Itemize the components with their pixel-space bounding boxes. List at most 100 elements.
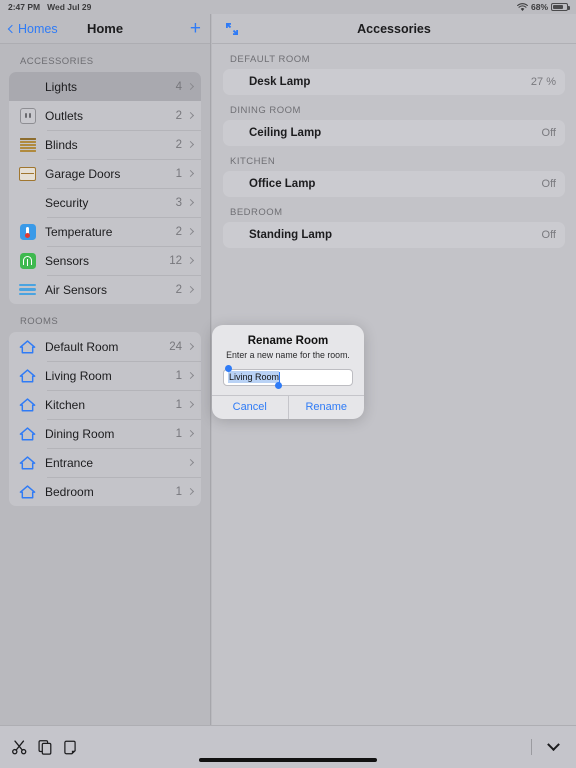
sidebar-item-label: Garage Doors [45, 166, 121, 181]
selection-handle-start[interactable] [225, 364, 232, 372]
scissors-icon[interactable] [8, 736, 30, 758]
status-date: Wed Jul 29 [47, 2, 92, 12]
status-bar: 2:47 PM Wed Jul 29 68% [0, 0, 576, 14]
detail-title: Accessories [357, 21, 431, 36]
siren-icon [18, 193, 37, 212]
copy-icon[interactable] [34, 736, 56, 758]
sidebar-item-lights[interactable]: Lights 4 [9, 72, 201, 101]
expand-arrows-icon[interactable] [224, 21, 240, 37]
sidebar-item-air-sensors[interactable]: Air Sensors 2 [9, 275, 201, 304]
chevron-down-icon[interactable] [542, 736, 564, 758]
chevron-right-icon [186, 458, 195, 467]
paste-icon[interactable] [60, 736, 82, 758]
sidebar-item-count: 1 [175, 398, 182, 411]
add-accessory-button[interactable]: + [190, 19, 201, 38]
back-to-homes-button[interactable]: Homes [7, 21, 58, 36]
air-waves-icon [18, 280, 37, 299]
chevron-right-icon [186, 227, 195, 236]
selection-handle-end[interactable] [275, 381, 282, 389]
edit-toolbar [0, 725, 576, 768]
sidebar-item-garage-doors[interactable]: Garage Doors 1 [9, 159, 201, 188]
accessory-group-header-kitchen: KITCHEN [230, 156, 276, 167]
sidebar-item-temperature[interactable]: Temperature 2 [9, 217, 201, 246]
sidebar-item-count: 12 [169, 254, 182, 267]
house-icon [18, 395, 37, 414]
accessory-row-standing-lamp[interactable]: Standing Lamp Off [223, 222, 565, 248]
accessory-name: Desk Lamp [249, 76, 311, 88]
sidebar-item-label: Entrance [45, 455, 94, 470]
chevron-right-icon [186, 371, 195, 380]
sidebar-item-label: Kitchen [45, 397, 86, 412]
chevron-right-icon [186, 487, 195, 496]
rename-room-dialog: Rename Room Enter a new name for the roo… [212, 325, 364, 419]
sidebar-item-count: 1 [175, 369, 182, 382]
rename-button[interactable]: Rename [287, 395, 365, 419]
cancel-button[interactable]: Cancel [212, 396, 288, 419]
sidebar-item-label: Sensors [45, 253, 90, 268]
accessory-row-desk-lamp[interactable]: Desk Lamp 27 % [223, 69, 565, 95]
sidebar-nav-bar: Homes Home + [0, 14, 210, 44]
accessory-name: Standing Lamp [249, 229, 333, 241]
sidebar-item-entrance[interactable]: Entrance [9, 448, 201, 477]
chevron-right-icon [186, 256, 195, 265]
chevron-left-icon [7, 24, 17, 33]
sidebar-item-count: 1 [175, 485, 182, 498]
sidebar-item-count: 24 [169, 340, 182, 353]
sidebar-item-label: Air Sensors [45, 282, 108, 297]
sidebar-item-label: Lights [45, 79, 78, 94]
detail-nav-bar: Accessories [212, 14, 576, 44]
sidebar-item-count: 4 [175, 80, 182, 93]
sidebar-item-blinds[interactable]: Blinds 2 [9, 130, 201, 159]
chevron-right-icon [186, 111, 195, 120]
toolbar-right-group [531, 736, 568, 758]
back-button-label: Homes [18, 21, 58, 36]
accessory-group-header-bedroom: BEDROOM [230, 207, 283, 218]
room-name-input-value: Living Room [228, 371, 280, 384]
sidebar-item-sensors[interactable]: Sensors 12 [9, 246, 201, 275]
sidebar-item-label: Living Room [45, 368, 112, 383]
lightbulb-icon [232, 126, 242, 140]
accessory-state: Off [541, 127, 556, 139]
sidebar-item-label: Security [45, 195, 89, 210]
sidebar-item-dining-room[interactable]: Dining Room 1 [9, 419, 201, 448]
house-icon [18, 424, 37, 443]
battery-percent-label: 68% [530, 2, 548, 12]
sidebar-item-count: 3 [175, 196, 182, 209]
accessory-state: 27 % [530, 76, 556, 88]
sidebar-rooms-card: Default Room 24 Living Room 1 Kitchen 1 [9, 332, 201, 506]
lightbulb-icon [232, 75, 242, 89]
chevron-right-icon [186, 140, 195, 149]
sidebar-item-count: 1 [175, 167, 182, 180]
status-bar-right: 68% [517, 2, 570, 12]
dialog-actions: Cancel Rename [212, 394, 365, 419]
room-name-input[interactable]: Living Room [223, 368, 353, 386]
sidebar-item-count: 2 [175, 283, 182, 296]
house-icon [18, 482, 37, 501]
sidebar-item-bedroom[interactable]: Bedroom 1 [9, 477, 201, 506]
dialog-body: Rename Room Enter a new name for the roo… [212, 325, 364, 395]
sensor-icon [18, 251, 37, 270]
lightbulb-icon [18, 77, 37, 96]
chevron-right-icon [186, 169, 195, 178]
sidebar-item-default-room[interactable]: Default Room 24 [9, 332, 201, 361]
sidebar-accessories-card: Lights 4 Outlets 2 Blinds 2 Garage Doors… [9, 72, 201, 304]
sidebar-item-kitchen[interactable]: Kitchen 1 [9, 390, 201, 419]
sidebar-item-label: Bedroom [45, 484, 94, 499]
sidebar-item-living-room[interactable]: Living Room 1 [9, 361, 201, 390]
sidebar-item-label: Outlets [45, 108, 84, 123]
accessory-row-ceiling-lamp[interactable]: Ceiling Lamp Off [223, 120, 565, 146]
sidebar-item-count: 1 [175, 427, 182, 440]
accessory-group-header-default-room: DEFAULT ROOM [230, 54, 311, 65]
sidebar-item-outlets[interactable]: Outlets 2 [9, 101, 201, 130]
wifi-icon [517, 2, 528, 11]
accessory-row-office-lamp[interactable]: Office Lamp Off [223, 171, 565, 197]
status-bar-left: 2:47 PM Wed Jul 29 [8, 2, 91, 12]
sidebar-item-count: 2 [175, 225, 182, 238]
accessory-group-header-dining-room: DINING ROOM [230, 105, 301, 116]
chevron-right-icon [186, 285, 195, 294]
house-icon [18, 337, 37, 356]
sidebar-item-security[interactable]: Security 3 [9, 188, 201, 217]
status-time: 2:47 PM [8, 2, 41, 12]
sidebar-item-count: 2 [175, 138, 182, 151]
chevron-right-icon [186, 82, 195, 91]
